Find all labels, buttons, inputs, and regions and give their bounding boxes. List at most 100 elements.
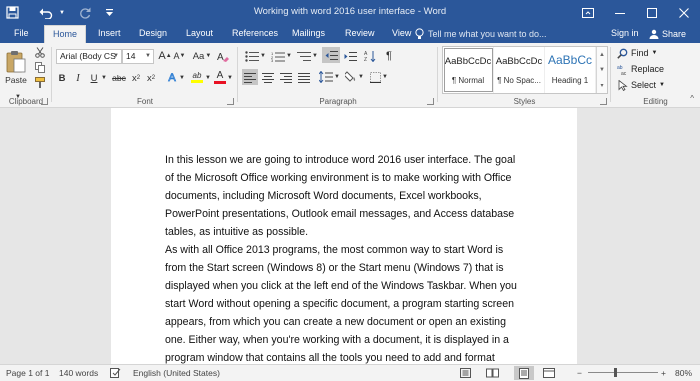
align-left-icon[interactable] — [242, 69, 258, 85]
document-page[interactable]: In this lesson we are going to introduce… — [111, 108, 577, 364]
undo-icon[interactable] — [39, 4, 53, 21]
sort-icon[interactable]: AZ — [362, 49, 378, 63]
underline-button[interactable]: U — [88, 71, 100, 85]
font-launcher-icon[interactable] — [227, 98, 234, 105]
grow-font-button[interactable]: A ▲ — [158, 49, 172, 63]
share-button[interactable]: Share — [649, 25, 686, 43]
tab-references[interactable]: References — [224, 25, 286, 43]
line-spacing-dropdown-icon[interactable]: ▼ — [334, 70, 340, 84]
font-size-dropdown-icon[interactable]: ▼ — [145, 50, 151, 63]
read-mode-icon[interactable] — [486, 368, 499, 378]
format-painter-icon[interactable] — [34, 75, 46, 89]
find-dropdown-icon[interactable]: ▼ — [652, 50, 658, 56]
word-count[interactable]: 140 words — [59, 368, 98, 378]
align-center-icon[interactable] — [260, 70, 276, 84]
justify-icon[interactable] — [296, 70, 312, 84]
tab-home[interactable]: Home — [44, 25, 87, 43]
tab-insert[interactable]: Insert — [90, 25, 129, 43]
highlight-dropdown-icon[interactable]: ▼ — [205, 71, 211, 85]
clipboard-launcher-icon[interactable] — [41, 98, 48, 105]
text-effects-dropdown-icon[interactable]: ▼ — [179, 71, 185, 85]
increase-indent-icon[interactable] — [342, 49, 358, 63]
zoom-slider-thumb[interactable] — [614, 368, 618, 377]
language-indicator[interactable]: English (United States) — [133, 368, 220, 378]
undo-dropdown-icon[interactable]: ▼ — [59, 4, 65, 21]
highlight-color-bar — [191, 80, 203, 83]
font-size-box[interactable]: 14 ▼ — [122, 49, 154, 64]
font-color-button[interactable]: A — [213, 69, 227, 85]
customize-qat-icon[interactable] — [105, 4, 114, 21]
tab-review[interactable]: Review — [337, 25, 383, 43]
numbering-dropdown-icon[interactable]: ▼ — [286, 49, 292, 63]
font-color-dropdown-icon[interactable]: ▼ — [227, 71, 233, 85]
web-layout-icon[interactable] — [543, 368, 555, 378]
style-heading-1[interactable]: AaBbCc Heading 1 — [545, 47, 596, 93]
minimize-icon[interactable] — [604, 0, 636, 25]
document-body[interactable]: In this lesson we are going to introduce… — [165, 151, 525, 364]
copy-icon[interactable] — [34, 60, 46, 74]
tab-design[interactable]: Design — [131, 25, 175, 43]
superscript-button[interactable]: x2 — [144, 71, 158, 85]
cut-icon[interactable] — [34, 45, 46, 59]
gallery-down-icon[interactable]: ▼ — [599, 67, 605, 73]
clear-formatting-icon[interactable]: A — [216, 49, 230, 63]
tab-file[interactable]: File — [6, 25, 37, 43]
italic-button[interactable]: I — [72, 71, 84, 85]
bold-button[interactable]: B — [56, 71, 68, 85]
gallery-more-icon[interactable]: ▾ — [600, 82, 603, 89]
change-case-button[interactable]: Aa ▼ — [192, 49, 212, 63]
bullets-icon[interactable] — [244, 49, 260, 63]
redo-icon[interactable] — [79, 4, 91, 21]
highlight-button[interactable]: ab — [189, 69, 205, 85]
style-normal[interactable]: AaBbCcDc ¶ Normal — [443, 47, 494, 93]
zoom-level[interactable]: 80% — [675, 368, 692, 378]
maximize-icon[interactable] — [636, 0, 668, 25]
borders-dropdown-icon[interactable]: ▼ — [382, 70, 388, 84]
close-icon[interactable] — [668, 0, 700, 25]
paragraph[interactable]: As with all Office 2013 programs, the mo… — [165, 241, 525, 364]
zoom-slider[interactable] — [588, 368, 658, 377]
underline-dropdown-icon[interactable]: ▼ — [101, 71, 107, 85]
align-right-icon[interactable] — [278, 70, 294, 84]
collapse-ribbon-icon[interactable]: ^ — [690, 94, 694, 103]
paragraph-launcher-icon[interactable] — [427, 98, 434, 105]
zoom-out-button[interactable]: − — [577, 368, 582, 378]
tab-mailings[interactable]: Mailings — [284, 25, 333, 43]
style-no-spacing[interactable]: AaBbCcDc ¶ No Spac... — [494, 47, 545, 93]
strikethrough-button[interactable]: abc — [111, 71, 127, 85]
borders-icon[interactable] — [368, 70, 382, 84]
find-button[interactable]: Find ▼ — [617, 46, 657, 60]
shading-dropdown-icon[interactable]: ▼ — [358, 70, 364, 84]
zoom-in-button[interactable]: + — [661, 368, 666, 378]
styles-launcher-icon[interactable] — [600, 98, 607, 105]
sign-in-link[interactable]: Sign in — [611, 25, 639, 43]
font-name-box[interactable]: Arial (Body CS ▼ — [56, 49, 122, 64]
decrease-indent-icon[interactable] — [322, 47, 340, 63]
bullets-dropdown-icon[interactable]: ▼ — [260, 49, 266, 63]
paragraph[interactable]: In this lesson we are going to introduce… — [165, 151, 525, 241]
numbering-icon[interactable]: 123 — [270, 49, 286, 63]
select-dropdown-icon[interactable]: ▼ — [659, 82, 665, 88]
line-spacing-icon[interactable] — [318, 70, 334, 84]
print-layout-icon[interactable] — [514, 366, 534, 380]
multilevel-dropdown-icon[interactable]: ▼ — [312, 49, 318, 63]
proofing-icon[interactable] — [110, 368, 121, 378]
multilevel-list-icon[interactable] — [296, 49, 312, 63]
page-count[interactable]: Page 1 of 1 — [6, 368, 49, 378]
gallery-up-icon[interactable]: ▲ — [599, 52, 605, 58]
select-button[interactable]: Select ▼ — [617, 78, 665, 92]
tab-layout[interactable]: Layout — [178, 25, 221, 43]
font-name-dropdown-icon[interactable]: ▼ — [113, 50, 119, 63]
text-effects-button[interactable]: A — [165, 71, 179, 85]
paste-button[interactable]: Paste — [4, 45, 28, 89]
svg-text:3: 3 — [271, 58, 274, 62]
replace-button[interactable]: ab ac Replace — [617, 62, 664, 76]
subscript-button[interactable]: x2 — [129, 71, 143, 85]
show-formatting-marks-button[interactable]: ¶ — [382, 49, 396, 63]
tell-me-box[interactable]: Tell me what you want to do... — [415, 27, 547, 41]
focus-mode-icon[interactable] — [460, 368, 471, 378]
shrink-font-button[interactable]: A ▼ — [173, 49, 186, 63]
save-icon[interactable] — [6, 4, 19, 21]
shading-icon[interactable] — [344, 70, 358, 84]
ribbon-display-options-icon[interactable] — [572, 0, 604, 25]
